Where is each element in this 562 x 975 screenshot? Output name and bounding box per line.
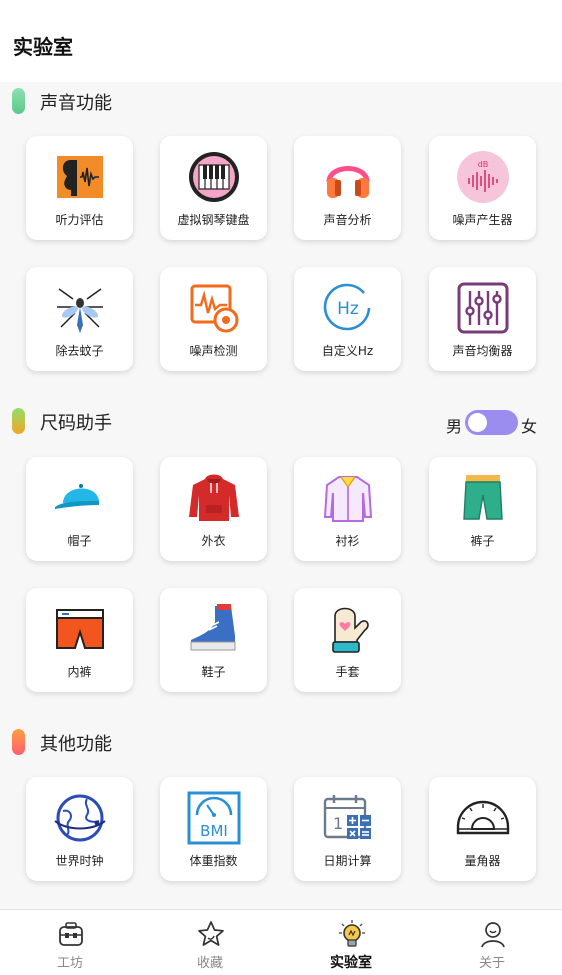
tool-label: 外衣 (201, 534, 226, 548)
tool-card-pants[interactable]: 裤子 (429, 457, 536, 561)
equalizer-icon (456, 281, 510, 335)
tool-label: 听力评估 (55, 213, 104, 227)
tool-card-piano[interactable]: 虚拟钢琴键盘 (160, 136, 267, 240)
section-accent-bar (12, 408, 25, 434)
tool-label: 日期计算 (323, 854, 372, 868)
tool-card-shirt[interactable]: 衬衫 (294, 457, 401, 561)
tool-card-cap[interactable]: 帽子 (26, 457, 133, 561)
piano-keyboard-icon (187, 150, 241, 204)
tool-label: 帽子 (67, 534, 92, 548)
tool-label: 衬衫 (335, 534, 360, 548)
tool-label: 量角器 (464, 854, 501, 868)
headphones-icon (321, 150, 375, 204)
section-title-sound: 声音功能 (40, 93, 112, 114)
hz-icon: Hz (321, 281, 375, 335)
underwear-icon (53, 602, 107, 656)
star-icon (196, 919, 226, 949)
page-title: 实验室 (13, 35, 73, 59)
hearing-test-icon (53, 150, 107, 204)
tool-label: 世界时钟 (55, 854, 104, 868)
svg-text:Hz: Hz (337, 299, 359, 319)
gender-switch: 男 女 (446, 408, 558, 436)
nav-label: 关于 (478, 956, 505, 971)
svg-text:dB: dB (478, 160, 489, 169)
tool-label: 噪声检测 (189, 344, 238, 358)
tool-card-date-calc[interactable]: 1 日期计算 (294, 777, 401, 881)
tool-label: 自定义Hz (321, 344, 374, 358)
mitten-icon (321, 602, 375, 656)
tool-card-coat[interactable]: 外衣 (160, 457, 267, 561)
tool-card-noise-generator[interactable]: dB 噪声产生器 (429, 136, 536, 240)
toolbox-icon (56, 919, 86, 949)
section-accent-bar (12, 729, 25, 755)
tool-card-mosquito[interactable]: 除去蚊子 (26, 267, 133, 371)
protractor-icon (456, 791, 510, 845)
tool-card-noise-detect[interactable]: 噪声检测 (160, 267, 267, 371)
tool-label: 虚拟钢琴键盘 (177, 213, 250, 227)
tool-card-custom-hz[interactable]: Hz 自定义Hz (294, 267, 401, 371)
tool-label: 手套 (335, 665, 360, 679)
bmi-scale-icon: BMI (187, 791, 241, 845)
globe-icon (53, 791, 107, 845)
tool-card-world-clock[interactable]: 世界时钟 (26, 777, 133, 881)
tool-card-hearing-test[interactable]: 听力评估 (26, 136, 133, 240)
tool-label: 裤子 (470, 534, 495, 548)
nav-tab-lab[interactable]: 实验室 (281, 910, 421, 975)
section-title-other: 其他功能 (40, 734, 112, 755)
gender-female-label: 女 (521, 417, 538, 436)
section-header-sound: 声音功能 (0, 86, 562, 116)
noise-meter-icon (187, 281, 241, 335)
nav-label: 实验室 (330, 955, 372, 971)
nav-tab-favorites[interactable]: 收藏 (140, 910, 280, 975)
db-waveform-icon: dB (456, 150, 510, 204)
tool-card-protractor[interactable]: 量角器 (429, 777, 536, 881)
tool-card-gloves[interactable]: 手套 (294, 588, 401, 692)
tool-label: 内裤 (67, 665, 92, 679)
lightbulb-icon (337, 919, 367, 949)
toggle-knob (468, 413, 487, 432)
section-title-size: 尺码助手 (40, 413, 112, 434)
tool-label: 噪声产生器 (452, 213, 513, 227)
tool-card-bmi[interactable]: BMI 体重指数 (160, 777, 267, 881)
shorts-icon (456, 471, 510, 525)
tool-label: 声音分析 (323, 213, 372, 227)
tool-card-shoes[interactable]: 鞋子 (160, 588, 267, 692)
tool-card-sound-analysis[interactable]: 声音分析 (294, 136, 401, 240)
cap-icon (53, 471, 107, 525)
tool-label: 声音均衡器 (452, 344, 513, 358)
mosquito-icon (53, 281, 107, 335)
top-bar: 实验室 (0, 0, 562, 82)
nav-tab-about[interactable]: 关于 (422, 910, 562, 975)
gender-male-label: 男 (446, 417, 463, 436)
section-accent-bar (12, 88, 25, 114)
person-icon (478, 919, 508, 949)
nav-label: 工坊 (56, 956, 83, 971)
hoodie-icon (187, 471, 241, 525)
calendar-calculator-icon: 1 (321, 791, 375, 845)
nav-label: 收藏 (196, 956, 223, 971)
tool-label: 除去蚊子 (55, 344, 104, 358)
bottom-nav: 工坊 收藏 实验室 关于 (0, 909, 562, 975)
tool-card-underwear[interactable]: 内裤 (26, 588, 133, 692)
svg-text:1: 1 (333, 814, 343, 833)
section-header-other: 其他功能 (0, 727, 562, 757)
tool-label: 体重指数 (189, 854, 238, 868)
svg-text:BMI: BMI (200, 822, 228, 840)
tool-card-equalizer[interactable]: 声音均衡器 (429, 267, 536, 371)
tool-label: 鞋子 (201, 665, 226, 679)
sneaker-icon (187, 602, 241, 656)
nav-tab-workshop[interactable]: 工坊 (0, 910, 140, 975)
gender-toggle[interactable] (465, 410, 518, 435)
shirt-icon (321, 471, 375, 525)
